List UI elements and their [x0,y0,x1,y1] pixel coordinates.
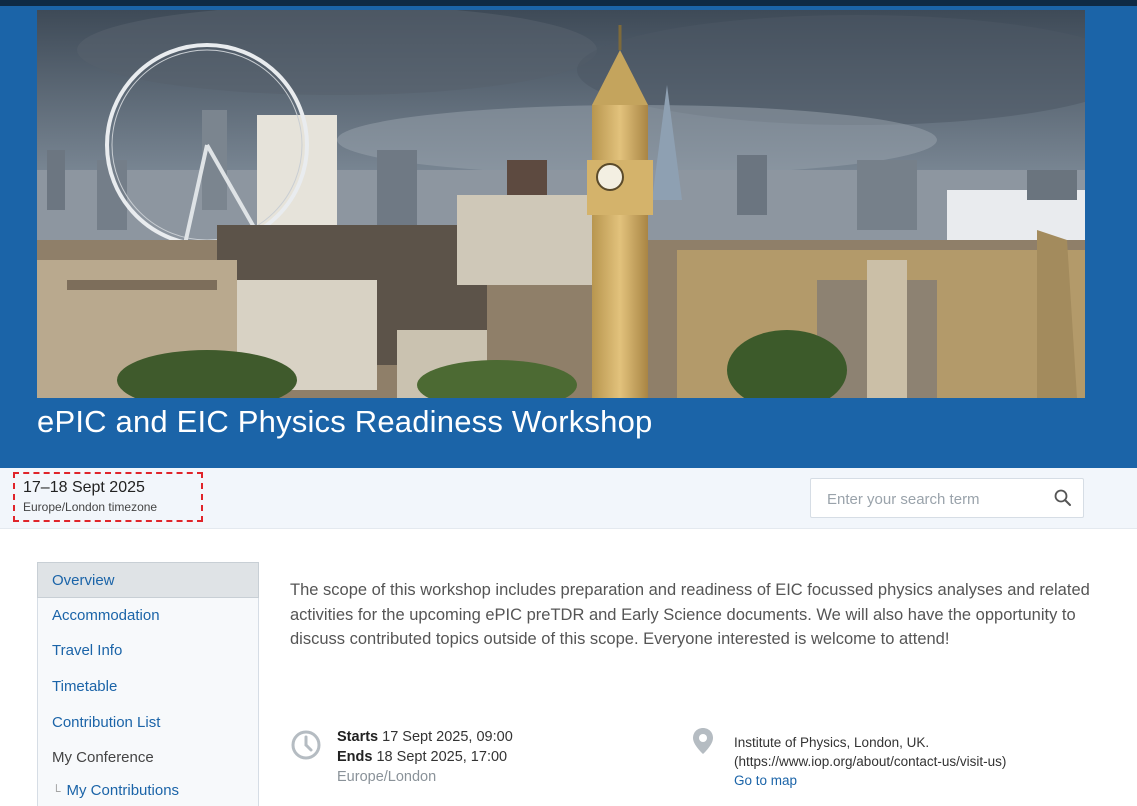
sidebar-item-my-conference: My Conference [37,740,259,777]
ends-value: 18 Sept 2025, 17:00 [376,749,508,765]
clock-icon [291,730,321,760]
map-pin-icon [693,728,713,754]
event-header: ePIC and EIC Physics Readiness Workshop [0,6,1137,468]
sidebar-subitem-label: My Contributions [66,782,180,800]
tree-branch-icon: └ [52,784,61,799]
location-name: Institute of Physics, London, UK. [734,735,930,750]
ends-label: Ends [337,749,373,765]
event-timezone: Europe/London timezone [23,500,158,514]
starts-value: 17 Sept 2025, 09:00 [382,729,513,745]
event-dates: 17–18 Sept 2025 [23,479,145,496]
sidebar-item-timetable[interactable]: Timetable [37,669,259,705]
sidebar-subitem-my-contributions[interactable]: └ My Contributions [37,776,259,806]
sidebar-item-accommodation[interactable]: Accommodation [37,597,259,634]
sidebar-item-contribution-list[interactable]: Contribution List [37,704,259,741]
search-input[interactable] [825,488,1029,510]
starts-label: Starts [337,729,379,745]
go-to-map-link[interactable]: Go to map [734,771,1064,790]
sidebar-item-travel-info[interactable]: Travel Info [37,633,259,670]
location-url: (https://www.iop.org/about/contact-us/vi… [734,754,1007,769]
event-description: The scope of this workshop includes prep… [290,581,1090,648]
schedule-timezone: Europe/London [337,769,437,785]
banner-image [37,10,1085,398]
sidebar-item-overview[interactable]: Overview [37,562,259,598]
event-title[interactable]: ePIC and EIC Physics Readiness Workshop [37,404,652,440]
schedule-text: Starts 17 Sept 2025, 09:00 Ends 18 Sept … [337,727,637,787]
search-icon[interactable] [1053,488,1073,508]
search-box [810,478,1084,518]
location-text: Institute of Physics, London, UK. (https… [734,733,1064,790]
event-info-bar: 17–18 Sept 2025 Europe/London timezone [0,468,1137,529]
sidebar-menu: Overview Accommodation Travel Info Timet… [37,562,259,806]
